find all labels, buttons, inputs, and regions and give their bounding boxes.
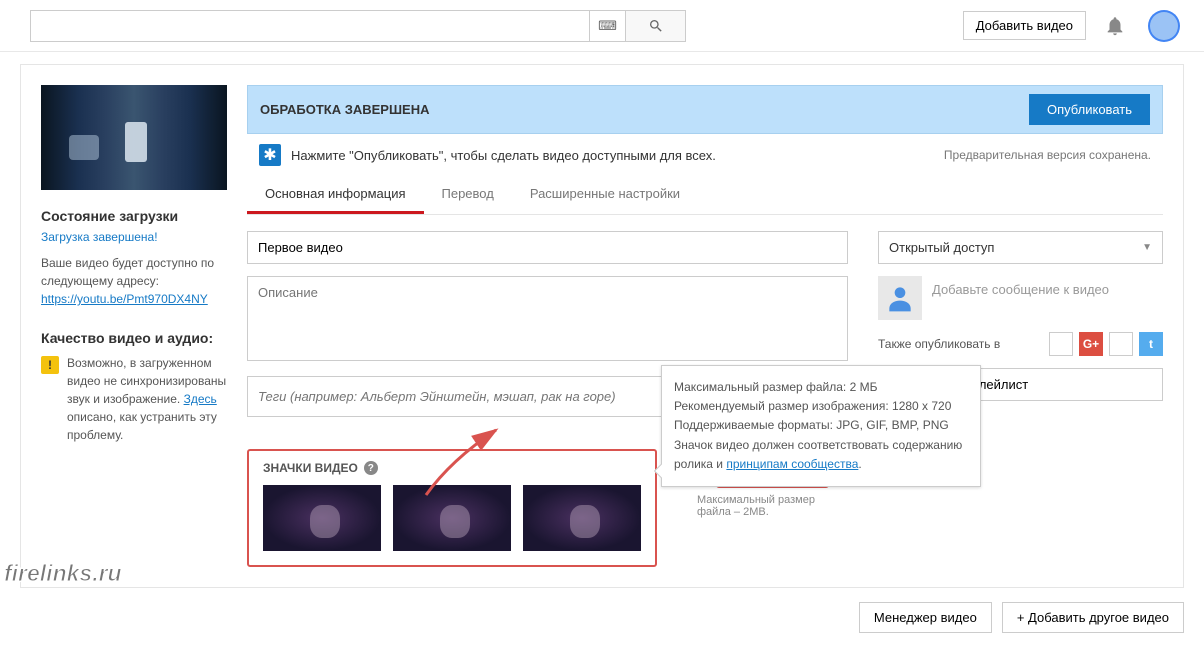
search-input[interactable] (30, 10, 590, 42)
also-publish-row: Также опубликовать в G+ t (878, 332, 1163, 356)
tab-translate[interactable]: Перевод (424, 176, 512, 214)
share-checkbox-1[interactable] (1049, 332, 1073, 356)
chevron-down-icon: ▼ (1142, 242, 1152, 253)
footer-buttons: Менеджер видео + Добавить другое видео (0, 588, 1204, 653)
tooltip-line1: Максимальный размер файла: 2 МБ (674, 378, 968, 397)
size-hint: Максимальный размер файла – 2MB. (697, 494, 848, 518)
video-manager-button[interactable]: Менеджер видео (859, 602, 992, 633)
publish-button[interactable]: Опубликовать (1029, 94, 1150, 125)
description-textarea[interactable] (247, 276, 848, 361)
video-url-link[interactable]: https://youtu.be/Pmt970DX4NY (41, 292, 208, 306)
upload-status-title: Состояние загрузки (41, 208, 227, 224)
thumbnails-section: ЗНАЧКИ ВИДЕО ? (247, 449, 657, 567)
app-header: ⌨ Добавить видео (0, 0, 1204, 52)
sidebar: Состояние загрузки Загрузка завершена! В… (41, 85, 227, 567)
search-button[interactable] (626, 10, 686, 42)
tooltip-line3: Поддерживаемые форматы: JPG, GIF, BMP, P… (674, 416, 968, 435)
main-content: Состояние загрузки Загрузка завершена! В… (20, 64, 1184, 588)
user-avatar[interactable] (1148, 10, 1180, 42)
save-status: Предварительная версия сохранена. (944, 148, 1151, 162)
tab-basic-info[interactable]: Основная информация (247, 176, 424, 214)
banner-text: ОБРАБОТКА ЗАВЕРШЕНА (260, 102, 429, 117)
community-guidelines-link[interactable]: принципам сообщества (726, 457, 858, 471)
notifications-icon[interactable] (1104, 15, 1126, 37)
also-publish-label: Также опубликовать в (878, 337, 1000, 351)
thumbnail-option-2[interactable] (393, 485, 511, 551)
quality-title: Качество видео и аудио: (41, 330, 227, 346)
search-icon (648, 18, 664, 34)
twitter-icon[interactable]: t (1139, 332, 1163, 356)
quality-help-link[interactable]: Здесь (184, 392, 217, 406)
tooltip-line2: Рекомендуемый размер изображения: 1280 х… (674, 397, 968, 416)
warning-icon: ! (41, 356, 59, 374)
help-icon[interactable]: ? (364, 461, 378, 475)
keyboard-icon[interactable]: ⌨ (590, 10, 626, 42)
status-desc-text: Ваше видео будет доступно по следующему … (41, 256, 214, 288)
thumbnail-tooltip: Максимальный размер файла: 2 МБ Рекоменд… (661, 365, 981, 487)
user-placeholder-icon (878, 276, 922, 320)
notice-row: ✱ Нажмите "Опубликовать", чтобы сделать … (247, 134, 1163, 176)
message-row: Добавьте сообщение к видео (878, 276, 1163, 320)
title-input[interactable] (247, 231, 848, 264)
tabs: Основная информация Перевод Расширенные … (247, 176, 1163, 215)
info-icon: ✱ (259, 144, 281, 166)
privacy-value: Открытый доступ (889, 240, 994, 255)
video-preview (41, 85, 227, 190)
googleplus-icon[interactable]: G+ (1079, 332, 1103, 356)
processing-banner: ОБРАБОТКА ЗАВЕРШЕНА Опубликовать (247, 85, 1163, 134)
privacy-select[interactable]: Открытый доступ ▼ (878, 231, 1163, 264)
upload-status-done: Загрузка завершена! (41, 230, 227, 244)
upload-status-desc: Ваше видео будет доступно по следующему … (41, 254, 227, 308)
editor-panel: ОБРАБОТКА ЗАВЕРШЕНА Опубликовать ✱ Нажми… (247, 85, 1163, 567)
add-another-video-button[interactable]: + Добавить другое видео (1002, 602, 1184, 633)
watermark: firelinks.ru (4, 560, 122, 587)
publish-notice: Нажмите "Опубликовать", чтобы сделать ви… (291, 148, 716, 163)
thumbnail-option-1[interactable] (263, 485, 381, 551)
search-container: ⌨ (30, 10, 686, 42)
message-placeholder[interactable]: Добавьте сообщение к видео (932, 276, 1163, 320)
thumbnail-option-3[interactable] (523, 485, 641, 551)
quality-text-2: описано, как устранить эту проблему. (67, 410, 217, 442)
tab-advanced[interactable]: Расширенные настройки (512, 176, 698, 214)
quality-warning: ! Возможно, в загруженном видео не синхр… (41, 354, 227, 444)
upload-video-button[interactable]: Добавить видео (963, 11, 1086, 40)
share-checkbox-2[interactable] (1109, 332, 1133, 356)
tooltip-line4: Значок видео должен соответствовать соде… (674, 436, 968, 474)
thumbnails-title: ЗНАЧКИ ВИДЕО ? (263, 461, 641, 475)
